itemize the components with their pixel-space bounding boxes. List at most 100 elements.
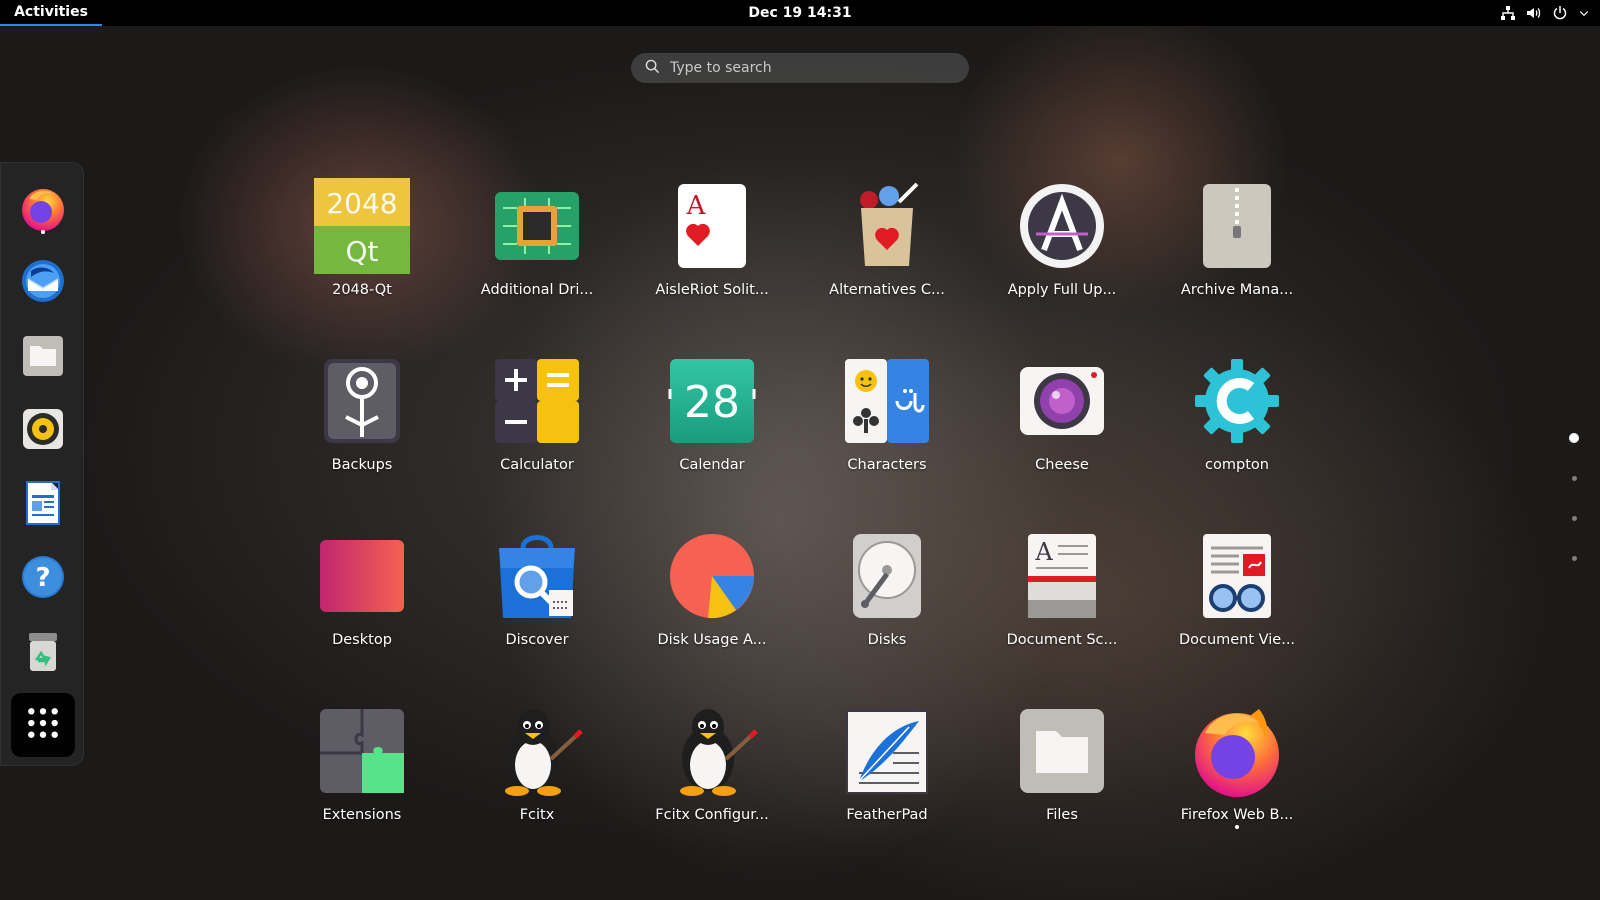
app-characters[interactable]: Characters <box>812 345 962 495</box>
dash-item-firefox[interactable] <box>17 183 69 235</box>
app-label: Fcitx <box>519 807 555 823</box>
app-label: AisleRiot Solit... <box>655 282 769 298</box>
gear-icon <box>1189 353 1285 449</box>
app-desktop[interactable]: Desktop <box>287 520 437 670</box>
app-compton[interactable]: compton <box>1162 345 1312 495</box>
grocery-bag-icon <box>839 178 935 274</box>
calendar-icon: 28 <box>664 353 760 449</box>
svg-text:A: A <box>686 191 707 221</box>
app-grid-icon <box>26 706 60 744</box>
calculator-icon <box>489 353 585 449</box>
page-dot-4[interactable] <box>1568 552 1580 564</box>
app-label: Characters <box>847 457 927 473</box>
app-alternatives-configurator[interactable]: Alternatives C... <box>812 170 962 320</box>
software-updater-icon <box>1014 178 1110 274</box>
app-label: Disk Usage A... <box>657 632 767 648</box>
folder-icon <box>1014 703 1110 799</box>
chevron-down-icon[interactable] <box>1578 7 1590 19</box>
dash-item-trash[interactable] <box>17 625 69 677</box>
dash-item-help[interactable]: ? <box>17 551 69 603</box>
app-apply-full-upgrade[interactable]: Apply Full Up... <box>987 170 1137 320</box>
network-icon[interactable] <box>1500 5 1516 21</box>
app-backups[interactable]: Backups <box>287 345 437 495</box>
app-additional-drivers[interactable]: Additional Dri... <box>462 170 612 320</box>
document-viewer-icon <box>1189 528 1285 624</box>
app-label: Calculator <box>500 457 574 473</box>
clock[interactable]: Dec 19 14:31 <box>0 5 1600 21</box>
app-calculator[interactable]: Calculator <box>462 345 612 495</box>
app-label: Extensions <box>322 807 402 823</box>
volume-icon[interactable] <box>1526 5 1542 21</box>
characters-icon <box>839 353 935 449</box>
shopping-bag-icon <box>489 528 585 624</box>
search-box[interactable] <box>631 53 969 83</box>
firefox-icon <box>19 185 67 233</box>
app-label: compton <box>1205 457 1269 473</box>
system-tray[interactable] <box>1500 0 1590 26</box>
app-label: Archive Mana... <box>1180 282 1294 298</box>
top-bar: Activities Dec 19 14:31 <box>0 0 1600 26</box>
dash-item-writer[interactable] <box>17 477 69 529</box>
page-dot-3[interactable] <box>1568 512 1580 524</box>
app-fcitx-configuration[interactable]: Fcitx Configur... <box>637 695 787 845</box>
dash: ? <box>0 162 84 766</box>
power-icon[interactable] <box>1552 5 1568 21</box>
webcam-icon <box>1014 353 1110 449</box>
app-disks[interactable]: Disks <box>812 520 962 670</box>
app-label: Desktop <box>332 632 392 648</box>
app-document-viewer[interactable]: Document Vie... <box>1162 520 1312 670</box>
app-label: Additional Dri... <box>480 282 594 298</box>
app-aisleriot[interactable]: A AisleRiot Solit... <box>637 170 787 320</box>
calendar-day: 28 <box>684 377 740 428</box>
app-label: Document Vie... <box>1178 632 1296 648</box>
trash-icon <box>19 627 67 675</box>
running-indicator <box>41 230 45 234</box>
app-discover[interactable]: Discover <box>462 520 612 670</box>
app-document-scanner[interactable]: A Document Sc... <box>987 520 1137 670</box>
app-calendar[interactable]: 28 Calendar <box>637 345 787 495</box>
scanner-icon: A <box>1014 528 1110 624</box>
writer-icon <box>19 479 67 527</box>
app-label: FeatherPad <box>846 807 928 823</box>
app-label: Discover <box>505 632 569 648</box>
dash-item-files[interactable] <box>17 329 69 381</box>
rhythmbox-icon <box>19 405 67 453</box>
show-apps-button[interactable] <box>11 693 75 757</box>
dash-item-rhythmbox[interactable] <box>17 403 69 455</box>
desktop-icon <box>314 528 410 624</box>
notepad-feather-icon <box>839 703 935 799</box>
penguin-icon <box>489 703 585 799</box>
search-icon <box>645 59 660 78</box>
activities-button[interactable]: Activities <box>0 0 102 26</box>
app-fcitx[interactable]: Fcitx <box>462 695 612 845</box>
app-2048-qt[interactable]: 2048 Qt 2048-Qt <box>287 170 437 320</box>
app-label: Fcitx Configur... <box>655 807 769 823</box>
archive-icon <box>1189 178 1285 274</box>
dash-item-thunderbird[interactable] <box>17 255 69 307</box>
running-indicator <box>1235 825 1239 829</box>
app-files[interactable]: Files <box>987 695 1137 845</box>
app-extensions[interactable]: Extensions <box>287 695 437 845</box>
app-label: Apply Full Up... <box>1007 282 1117 298</box>
app-label: 2048-Qt <box>332 282 392 298</box>
firefox-icon <box>1189 703 1285 799</box>
app-cheese[interactable]: Cheese <box>987 345 1137 495</box>
app-disk-usage-analyzer[interactable]: Disk Usage A... <box>637 520 787 670</box>
help-icon: ? <box>19 553 67 601</box>
app-firefox-web-browser[interactable]: Firefox Web B... <box>1162 695 1312 845</box>
svg-text:?: ? <box>35 563 50 593</box>
search-input[interactable] <box>670 60 950 76</box>
app-archive-manager[interactable]: Archive Mana... <box>1162 170 1312 320</box>
app-label: Firefox Web B... <box>1180 807 1294 823</box>
disk-icon <box>839 528 935 624</box>
app-featherpad[interactable]: FeatherPad <box>812 695 962 845</box>
backups-icon <box>314 353 410 449</box>
svg-text:Qt: Qt <box>345 235 378 268</box>
page-dot-2[interactable] <box>1568 472 1580 484</box>
app-label: Files <box>1046 807 1078 823</box>
page-dot-1[interactable] <box>1568 432 1580 444</box>
app-label: Document Sc... <box>1006 632 1118 648</box>
svg-text:2048: 2048 <box>326 187 397 220</box>
pie-chart-icon <box>664 528 760 624</box>
app-label: Backups <box>331 457 393 473</box>
